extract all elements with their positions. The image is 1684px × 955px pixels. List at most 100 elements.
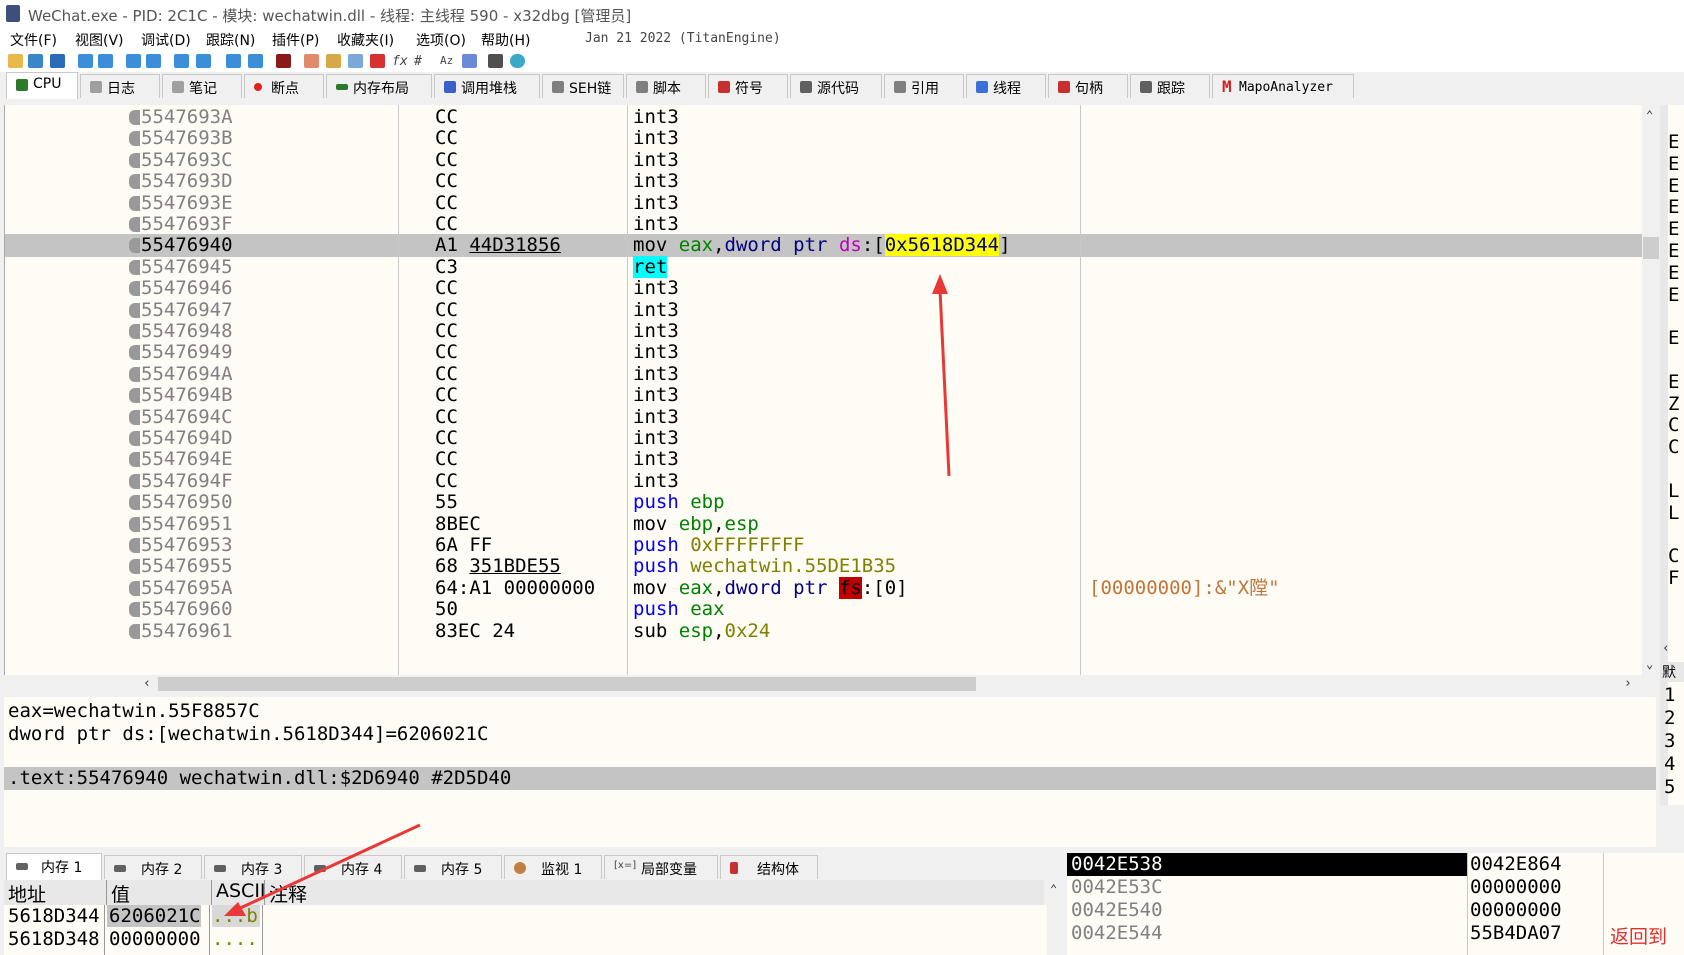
disasm-row[interactable]: 55476949 CC int3 <box>5 341 1643 364</box>
run-to-user-code-icon[interactable] <box>248 54 263 68</box>
disasm-row[interactable]: 55476946 CC int3 <box>5 277 1643 300</box>
disasm-row[interactable]: 5547694C CC int3 <box>5 406 1643 429</box>
tab-notes[interactable]: 笔记 <box>162 74 242 98</box>
breakpoint-marker[interactable] <box>129 495 140 511</box>
disasm-row[interactable]: 55476961 83EC 24 sub esp,0x24 <box>5 620 1643 643</box>
breakpoint-marker[interactable] <box>129 281 140 297</box>
patch-icon[interactable] <box>304 54 319 68</box>
menu-debug[interactable]: 调试(D) <box>141 30 191 50</box>
calls-icon[interactable] <box>462 54 477 68</box>
labels-icon[interactable] <box>348 54 363 68</box>
menu-view[interactable]: 视图(V) <box>75 30 124 50</box>
scylla-icon[interactable] <box>276 54 291 68</box>
breakpoint-marker[interactable] <box>129 409 140 425</box>
tab-mapoanalyzer[interactable]: M MapoAnalyzer <box>1212 74 1354 98</box>
tab-source[interactable]: 源代码 <box>790 74 882 98</box>
close-icon[interactable] <box>50 54 65 68</box>
step-over-icon[interactable] <box>146 54 161 68</box>
disasm-row[interactable]: 5547694B CC int3 <box>5 384 1643 407</box>
breakpoint-marker[interactable] <box>129 217 140 232</box>
tab-call-stack[interactable]: 调用堆栈 <box>434 74 540 98</box>
breakpoint-marker[interactable] <box>129 452 140 468</box>
tab-handles[interactable]: 句柄 <box>1048 74 1128 98</box>
breakpoint-marker[interactable] <box>129 152 140 168</box>
tab-locals[interactable]: [x=] 局部变量 <box>604 855 718 879</box>
breakpoint-marker[interactable] <box>129 259 140 275</box>
dump-col-ascii[interactable]: ASCII <box>212 880 265 905</box>
tab-threads[interactable]: 线程 <box>966 74 1046 98</box>
open-icon[interactable] <box>8 54 23 68</box>
tab-struct[interactable]: 结构体 <box>720 855 818 879</box>
tab-dump-2[interactable]: 内存 2 <box>104 855 202 879</box>
globe-icon[interactable] <box>510 54 525 68</box>
scroll-down-icon[interactable]: ⌄ <box>1646 657 1653 671</box>
tab-trace[interactable]: 跟踪 <box>1130 74 1210 98</box>
dump-vscrollbar[interactable]: ⌃ <box>1047 880 1064 955</box>
menu-file[interactable]: 文件(F) <box>10 30 57 50</box>
disasm-row[interactable]: 55476953 6A FF push 0xFFFFFFFF <box>5 534 1643 557</box>
disasm-row[interactable]: 5547695A 64:A1 00000000 mov eax,dword ptr … <box>5 576 1643 600</box>
disasm-vscrollbar[interactable]: ⌃ ⌄ <box>1642 105 1660 675</box>
breakpoint-marker[interactable] <box>129 538 140 553</box>
tab-script[interactable]: 脚本 <box>626 74 706 98</box>
tab-symbols[interactable]: 符号 <box>708 74 788 98</box>
menu-options[interactable]: 选项(O) <box>416 30 466 50</box>
tab-dump-3[interactable]: 内存 3 <box>204 855 302 879</box>
tab-seh-chain[interactable]: SEH链 <box>542 74 624 98</box>
scroll-thumb[interactable] <box>1643 237 1659 259</box>
disasm-row[interactable]: 5547693A CC int3 <box>5 106 1643 129</box>
breakpoint-marker[interactable] <box>129 345 140 361</box>
tab-dump-5[interactable]: 内存 5 <box>404 855 502 879</box>
breakpoint-marker[interactable] <box>129 388 140 404</box>
strings-icon[interactable]: Az <box>440 54 455 68</box>
trace-into-icon[interactable] <box>174 54 189 68</box>
dump-view[interactable]: 5618D344 6206021C ...b 5618D348 00000000.... <box>4 905 1047 955</box>
disasm-row[interactable]: 55476950 55 push ebp <box>5 491 1643 514</box>
dump-col-address[interactable]: 地址 <box>4 880 107 906</box>
disasm-row[interactable]: 5547694E CC int3 <box>5 448 1643 471</box>
breakpoint-marker[interactable] <box>129 195 140 211</box>
bookmarks-icon[interactable] <box>370 54 385 68</box>
breakpoint-marker[interactable] <box>129 238 140 254</box>
disassembly-view[interactable]: 5547693A CC int3 5547693B CC int3 5547693C CC in… <box>4 105 1643 675</box>
scroll-right-icon[interactable]: › <box>1624 676 1632 691</box>
dump-scroll-up-icon[interactable]: ⌃ <box>1050 882 1057 896</box>
scroll-up-icon[interactable]: ⌃ <box>1646 108 1653 122</box>
restart-icon[interactable] <box>28 54 43 68</box>
tab-watch-1[interactable]: 监视 1 <box>504 855 602 879</box>
calculator-icon[interactable] <box>488 54 503 68</box>
run-icon[interactable] <box>78 54 93 68</box>
disasm-hscrollbar[interactable]: ‹ › <box>140 675 1642 693</box>
menu-help[interactable]: 帮助(H) <box>481 30 530 50</box>
breakpoint-marker[interactable] <box>129 559 140 575</box>
scroll-left-icon[interactable]: ‹ <box>143 676 151 691</box>
menu-favourites[interactable]: 收藏夹(I) <box>337 30 394 50</box>
tab-dump-1[interactable]: 内存 1 <box>6 853 102 880</box>
breakpoint-marker[interactable] <box>129 602 140 618</box>
breakpoint-marker[interactable] <box>129 473 140 489</box>
stack-view[interactable]: 0042E538 0042E864 0042E53C 00000000 0042E540… <box>1067 853 1684 955</box>
tab-memory-map[interactable]: 内存布局 <box>326 74 432 98</box>
tab-cpu[interactable]: CPU <box>6 72 78 99</box>
breakpoint-marker[interactable] <box>129 174 140 190</box>
breakpoint-marker[interactable] <box>129 366 140 382</box>
breakpoint-marker[interactable] <box>129 131 140 147</box>
breakpoint-marker[interactable] <box>129 516 140 532</box>
disasm-row[interactable]: 55476948 CC int3 <box>5 320 1643 343</box>
hscroll-thumb[interactable] <box>158 677 976 691</box>
pause-icon[interactable] <box>98 54 113 68</box>
trace-over-icon[interactable] <box>196 54 211 68</box>
disasm-row[interactable]: 55476945 C3 ret <box>5 255 1643 279</box>
menu-plugins[interactable]: 插件(P) <box>272 30 319 50</box>
breakpoint-marker[interactable] <box>129 623 140 639</box>
tab-dump-4[interactable]: 内存 4 <box>304 855 402 879</box>
disasm-row[interactable]: 5547694F CC int3 <box>5 470 1643 493</box>
disasm-row[interactable]: 5547693D CC int3 <box>5 170 1643 193</box>
functions-icon[interactable]: fx <box>392 54 408 69</box>
execute-till-return-icon[interactable] <box>226 54 241 68</box>
tab-log[interactable]: 日志 <box>80 74 160 98</box>
breakpoint-marker[interactable] <box>129 431 140 446</box>
disasm-row[interactable]: 5547693E CC int3 <box>5 192 1643 215</box>
comments-icon[interactable] <box>326 54 341 68</box>
disasm-row[interactable]: 55476940 A1 44D31856 mov eax,dword ptr ds:… <box>5 234 1643 258</box>
